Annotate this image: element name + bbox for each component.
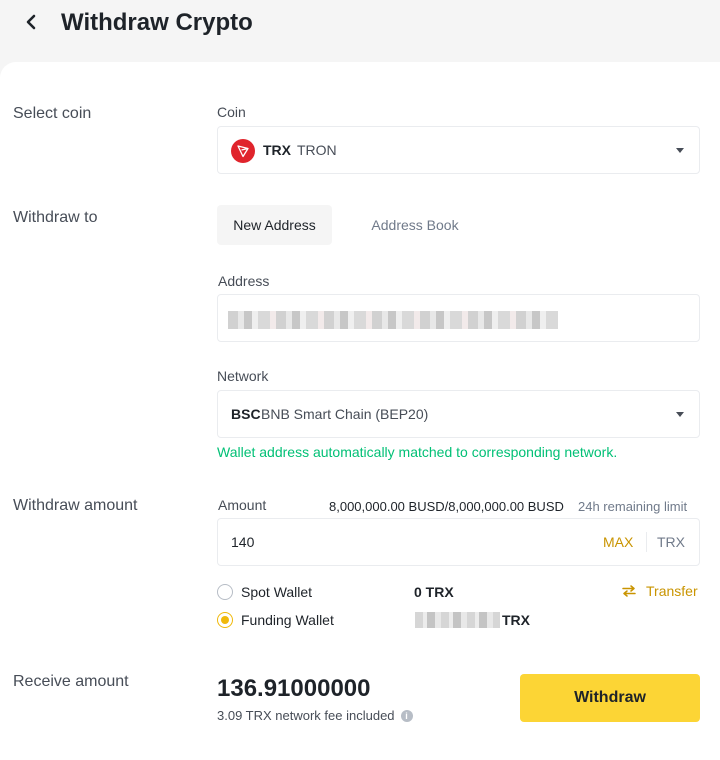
amount-input[interactable]: 140 MAX TRX — [217, 518, 700, 566]
address-label: Address — [218, 273, 270, 289]
withdraw-to-label: Withdraw to — [13, 209, 98, 226]
amount-label: Amount — [218, 497, 267, 513]
funding-wallet-label: Funding Wallet — [241, 612, 334, 628]
select-coin-label: Select coin — [13, 105, 92, 122]
spot-wallet-balance: 0 TRX — [414, 584, 454, 600]
chevron-down-icon — [676, 412, 684, 417]
receive-amount-label: Receive amount — [13, 673, 129, 690]
info-icon[interactable]: i — [400, 710, 413, 722]
network-select[interactable]: BSC BNB Smart Chain (BEP20) — [217, 390, 700, 438]
coin-symbol: TRX — [263, 142, 291, 158]
back-button[interactable] — [18, 8, 44, 36]
network-label: Network — [217, 368, 269, 384]
withdraw-form: Select coin Coin TRX TRON Withdraw to Ne… — [0, 62, 720, 760]
chevron-down-icon — [676, 148, 684, 153]
tron-logo-icon — [231, 139, 255, 163]
transfer-label: Transfer — [646, 583, 698, 599]
address-input[interactable] — [217, 294, 700, 342]
withdraw-amount-label: Withdraw amount — [13, 497, 138, 514]
transfer-arrows-icon — [622, 585, 636, 597]
network-fee-text: 3.09 TRX network fee included — [217, 708, 395, 723]
coin-select[interactable]: TRX TRON — [217, 126, 700, 174]
spot-wallet-label: Spot Wallet — [241, 584, 313, 600]
network-match-hint: Wallet address automatically matched to … — [217, 444, 618, 460]
amount-value: 140 — [231, 534, 255, 550]
address-redacted — [228, 311, 558, 329]
spot-wallet-radio[interactable] — [217, 584, 233, 600]
max-button[interactable]: MAX — [603, 534, 633, 550]
withdraw-button[interactable]: Withdraw — [520, 674, 700, 722]
receive-amount-value: 136.91000000 — [217, 675, 371, 702]
chevron-left-icon — [26, 14, 36, 30]
funding-wallet-radio[interactable] — [217, 612, 233, 628]
page-title: Withdraw Crypto — [61, 9, 253, 36]
remaining-limit-label: 24h remaining limit — [578, 499, 688, 514]
funding-balance-redacted — [415, 612, 500, 628]
divider — [646, 532, 647, 552]
amount-unit: TRX — [657, 534, 685, 550]
funding-wallet-unit: TRX — [502, 612, 530, 628]
tab-new-address[interactable]: New Address — [217, 205, 332, 245]
network-name: BNB Smart Chain (BEP20) — [261, 406, 429, 422]
tab-address-book[interactable]: Address Book — [355, 205, 475, 245]
coin-label: Coin — [217, 104, 246, 120]
network-fee-note: 3.09 TRX network fee included i — [217, 707, 413, 725]
transfer-button[interactable]: Transfer — [622, 582, 698, 600]
coin-name: TRON — [297, 142, 337, 158]
remaining-limit-value: 8,000,000.00 BUSD/8,000,000.00 BUSD — [329, 499, 564, 514]
network-code: BSC — [231, 406, 261, 422]
page-header: Withdraw Crypto — [0, 0, 720, 62]
